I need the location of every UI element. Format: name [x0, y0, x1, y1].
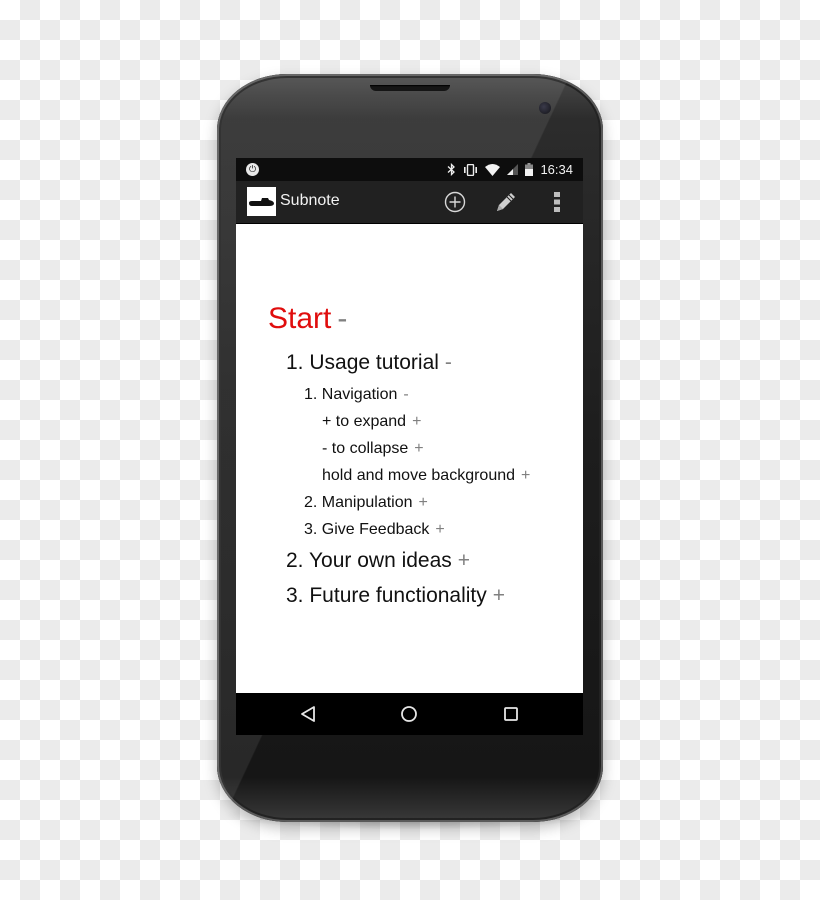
submarine-icon: [247, 187, 276, 216]
node-label: 2. Manipulation: [304, 494, 413, 511]
outline-node[interactable]: 3. Give Feedback +: [304, 521, 445, 539]
outline-node[interactable]: 1. Usage tutorial -: [286, 351, 452, 375]
expand-toggle[interactable]: +: [419, 494, 428, 511]
status-bar: ⏻ 16:34: [236, 158, 583, 181]
edit-button[interactable]: [493, 189, 519, 215]
power-icon: ⏻: [246, 163, 259, 176]
more-vert-icon: [554, 192, 560, 212]
outline-node[interactable]: + to expand +: [322, 413, 421, 431]
collapse-toggle[interactable]: -: [445, 351, 452, 374]
pencil-icon: [497, 193, 515, 211]
outline-node[interactable]: 2. Manipulation +: [304, 494, 428, 512]
node-label: 1. Navigation: [304, 386, 398, 403]
collapse-toggle[interactable]: -: [403, 386, 408, 403]
outline-canvas[interactable]: Start - 1. Usage tutorial - 1. Navigation -…: [236, 224, 583, 693]
expand-toggle[interactable]: +: [493, 584, 505, 607]
expand-toggle[interactable]: +: [435, 521, 444, 538]
outline-root-node[interactable]: Start -: [268, 302, 347, 336]
home-circle-icon: [401, 706, 417, 722]
back-button[interactable]: [296, 702, 320, 726]
app-bar: Subnote: [236, 181, 583, 223]
outline-node[interactable]: hold and move background +: [322, 467, 530, 485]
outline-node[interactable]: 3. Future functionality +: [286, 584, 505, 608]
add-circle-icon: [444, 191, 466, 213]
node-label: 2. Your own ideas: [286, 549, 452, 572]
outline-node[interactable]: 2. Your own ideas +: [286, 549, 470, 573]
back-triangle-icon: [301, 706, 315, 722]
node-label: 3. Give Feedback: [304, 521, 430, 538]
recents-button[interactable]: [499, 702, 523, 726]
system-nav-bar: [236, 693, 583, 735]
node-label: + to expand: [322, 413, 407, 430]
expand-toggle[interactable]: +: [414, 440, 423, 457]
recents-square-icon: [504, 707, 518, 721]
outline-node[interactable]: 1. Navigation -: [304, 386, 409, 404]
wifi-icon: [485, 163, 501, 176]
expand-toggle[interactable]: +: [521, 467, 530, 484]
front-camera: [539, 102, 551, 114]
cell-signal-icon: [507, 164, 519, 175]
node-label: 1. Usage tutorial: [286, 351, 439, 374]
vibrate-icon: [463, 163, 478, 176]
node-label: 3. Future functionality: [286, 584, 487, 607]
phone-screen: ⏻ 16:34 Subnote Start - 1. Usage tutoria…: [236, 158, 583, 735]
speaker-grille: [370, 85, 450, 91]
battery-icon: [525, 163, 534, 176]
node-label: - to collapse: [322, 440, 409, 457]
collapse-toggle[interactable]: -: [337, 302, 347, 335]
outline-node[interactable]: - to collapse +: [322, 440, 424, 458]
bluetooth-icon: [447, 163, 456, 176]
add-button[interactable]: [442, 189, 468, 215]
expand-toggle[interactable]: +: [458, 549, 470, 572]
status-clock: 16:34: [540, 162, 573, 177]
expand-toggle[interactable]: +: [412, 413, 421, 430]
node-label: Start: [268, 302, 332, 335]
app-title: Subnote: [280, 192, 340, 209]
overflow-menu-button[interactable]: [544, 189, 570, 215]
node-label: hold and move background: [322, 467, 516, 484]
home-button[interactable]: [397, 702, 421, 726]
